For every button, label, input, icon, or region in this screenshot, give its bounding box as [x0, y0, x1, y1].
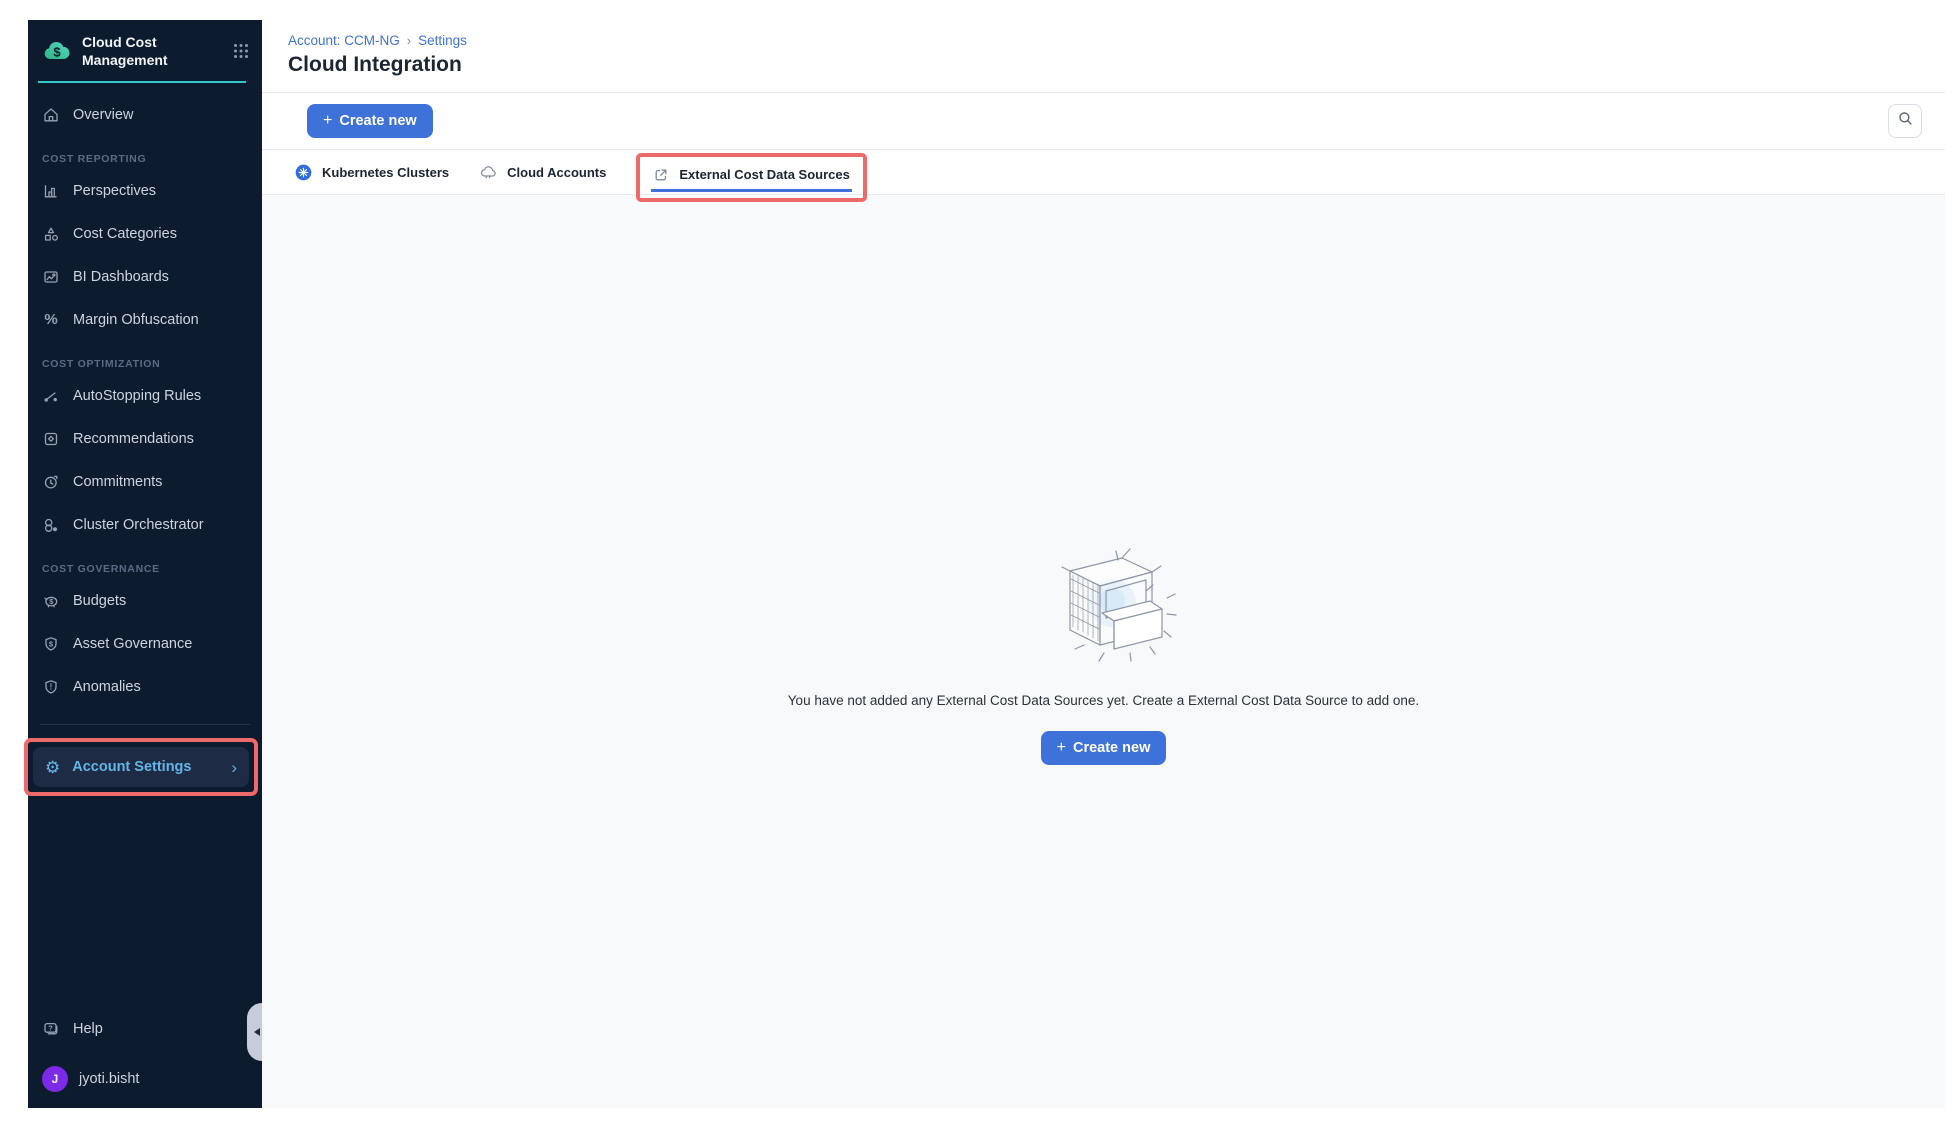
search-icon	[1897, 110, 1914, 132]
sidebar-item-recommendations[interactable]: Recommendations	[28, 417, 262, 460]
cloud-dollar-logo: $	[42, 36, 72, 66]
sidebar-item-cost-categories[interactable]: Cost Categories	[28, 212, 262, 255]
sidebar-item-label: Cluster Orchestrator	[73, 517, 204, 533]
toolbar: + Create new	[262, 93, 1945, 150]
sidebar-divider	[40, 724, 250, 725]
active-tab-underline	[651, 189, 852, 192]
percent-icon: %	[42, 311, 60, 329]
tab-external-cost-data-sources[interactable]: External Cost Data Sources	[653, 167, 850, 183]
sidebar-header: $ Cloud Cost Management	[28, 20, 262, 81]
section-cost-reporting: COST REPORTING	[28, 136, 262, 169]
sidebar-item-commitments[interactable]: Commitments	[28, 460, 262, 503]
sidebar-item-autostopping-rules[interactable]: AutoStopping Rules	[28, 374, 262, 417]
user-name: jyoti.bisht	[79, 1071, 139, 1087]
sidebar-nav: Overview COST REPORTING Perspectives Cos…	[28, 83, 262, 708]
sidebar-item-help[interactable]: ? Help	[42, 1020, 248, 1038]
main-area: Account: CCM-NG › Settings Cloud Integra…	[262, 20, 1945, 1108]
page-title: Cloud Integration	[288, 53, 1945, 77]
gear-icon: ⚙	[45, 759, 60, 776]
page-header: Account: CCM-NG › Settings Cloud Integra…	[262, 20, 1945, 93]
sidebar-item-anomalies[interactable]: ! Anomalies	[28, 665, 262, 708]
search-button[interactable]	[1888, 104, 1922, 138]
sidebar-item-label: Help	[73, 1021, 103, 1037]
sidebar-bottom: ? Help J jyoti.bisht	[28, 1020, 262, 1108]
sidebar-item-label: Commitments	[73, 474, 162, 490]
app-root: $ Cloud Cost Management	[28, 20, 1945, 1108]
svg-text:!: !	[50, 682, 53, 691]
tab-label: Cloud Accounts	[507, 165, 606, 180]
sidebar-item-bi-dashboards[interactable]: BI Dashboards	[28, 255, 262, 298]
sidebar-item-cluster-orchestrator[interactable]: Cluster Orchestrator	[28, 503, 262, 546]
create-new-label: Create new	[339, 113, 416, 129]
sidebar-item-label: Recommendations	[73, 431, 194, 447]
shield-alert-icon: !	[42, 678, 60, 696]
sidebar-item-label: Cost Categories	[73, 226, 177, 242]
section-cost-governance: COST GOVERNANCE	[28, 546, 262, 579]
sidebar-item-asset-governance[interactable]: $ Asset Governance	[28, 622, 262, 665]
breadcrumb-account-link[interactable]: Account: CCM-NG	[288, 33, 400, 48]
create-new-button[interactable]: + Create new	[307, 104, 433, 138]
avatar: J	[42, 1066, 68, 1092]
app-title: Cloud Cost Management	[82, 33, 226, 69]
sidebar-item-label: Account Settings	[72, 759, 191, 775]
sidebar-item-perspectives[interactable]: Perspectives	[28, 169, 262, 212]
sidebar-item-label: Anomalies	[73, 679, 141, 695]
sidebar-item-label: Perspectives	[73, 183, 156, 199]
help-chat-icon: ?	[42, 1020, 60, 1038]
sidebar-collapse-handle[interactable]	[247, 1003, 262, 1061]
breadcrumb-settings-link[interactable]: Settings	[418, 33, 467, 48]
sidebar-item-overview[interactable]: Overview	[28, 93, 262, 136]
diamond-tag-icon	[42, 430, 60, 448]
kubernetes-icon	[295, 164, 312, 181]
app-grid-icon[interactable]	[232, 42, 250, 60]
breadcrumb: Account: CCM-NG › Settings	[288, 33, 1945, 48]
piggy-bank-icon: $	[42, 592, 60, 610]
tab-bar: Kubernetes Clusters Cloud Accounts	[262, 150, 1945, 195]
tab-label: External Cost Data Sources	[679, 167, 850, 182]
chevron-right-icon: ›	[231, 759, 237, 776]
sidebar-item-account-settings[interactable]: ⚙ Account Settings ›	[33, 747, 249, 787]
annotation-box-account-settings: ⚙ Account Settings ›	[24, 738, 258, 796]
shield-dollar-icon: $	[42, 635, 60, 653]
chevron-left-icon	[250, 1028, 260, 1036]
sidebar-item-budgets[interactable]: $ Budgets	[28, 579, 262, 622]
plus-icon: +	[323, 113, 332, 129]
external-link-icon	[653, 167, 669, 183]
clock-refresh-icon	[42, 473, 60, 491]
slope-dots-icon	[42, 387, 60, 405]
sidebar-item-label: BI Dashboards	[73, 269, 169, 285]
cluster-gear-icon	[42, 516, 60, 534]
create-new-label: Create new	[1073, 740, 1150, 756]
empty-state-message: You have not added any External Cost Dat…	[788, 693, 1419, 708]
sidebar-item-label: AutoStopping Rules	[73, 388, 201, 404]
cloud-icon	[479, 163, 497, 181]
sidebar-item-label: Overview	[73, 107, 133, 123]
svg-text:$: $	[49, 639, 54, 648]
sidebar-item-label: Asset Governance	[73, 636, 192, 652]
sidebar-item-label: Margin Obfuscation	[73, 312, 199, 328]
svg-text:$: $	[53, 45, 61, 60]
empty-drawer-illustration	[1026, 541, 1182, 667]
section-cost-optimization: COST OPTIMIZATION	[28, 341, 262, 374]
sidebar-item-label: Budgets	[73, 593, 126, 609]
home-icon	[42, 106, 60, 124]
tab-cloud-accounts[interactable]: Cloud Accounts	[479, 163, 606, 181]
svg-text:?: ?	[48, 1024, 53, 1033]
svg-text:$: $	[49, 597, 54, 606]
tab-label: Kubernetes Clusters	[322, 165, 449, 180]
user-menu[interactable]: J jyoti.bisht	[42, 1066, 248, 1092]
breadcrumb-separator-icon: ›	[400, 33, 418, 48]
annotation-box-active-tab: External Cost Data Sources	[636, 153, 867, 202]
plus-icon: +	[1057, 740, 1066, 756]
bar-chart-icon	[42, 182, 60, 200]
dashboard-image-icon	[42, 268, 60, 286]
sidebar-item-margin-obfuscation[interactable]: % Margin Obfuscation	[28, 298, 262, 341]
sidebar: $ Cloud Cost Management	[28, 20, 262, 1108]
tab-kubernetes-clusters[interactable]: Kubernetes Clusters	[295, 164, 449, 181]
empty-create-new-button[interactable]: + Create new	[1041, 731, 1167, 765]
categories-icon	[42, 225, 60, 243]
tab-content: You have not added any External Cost Dat…	[262, 195, 1945, 1108]
